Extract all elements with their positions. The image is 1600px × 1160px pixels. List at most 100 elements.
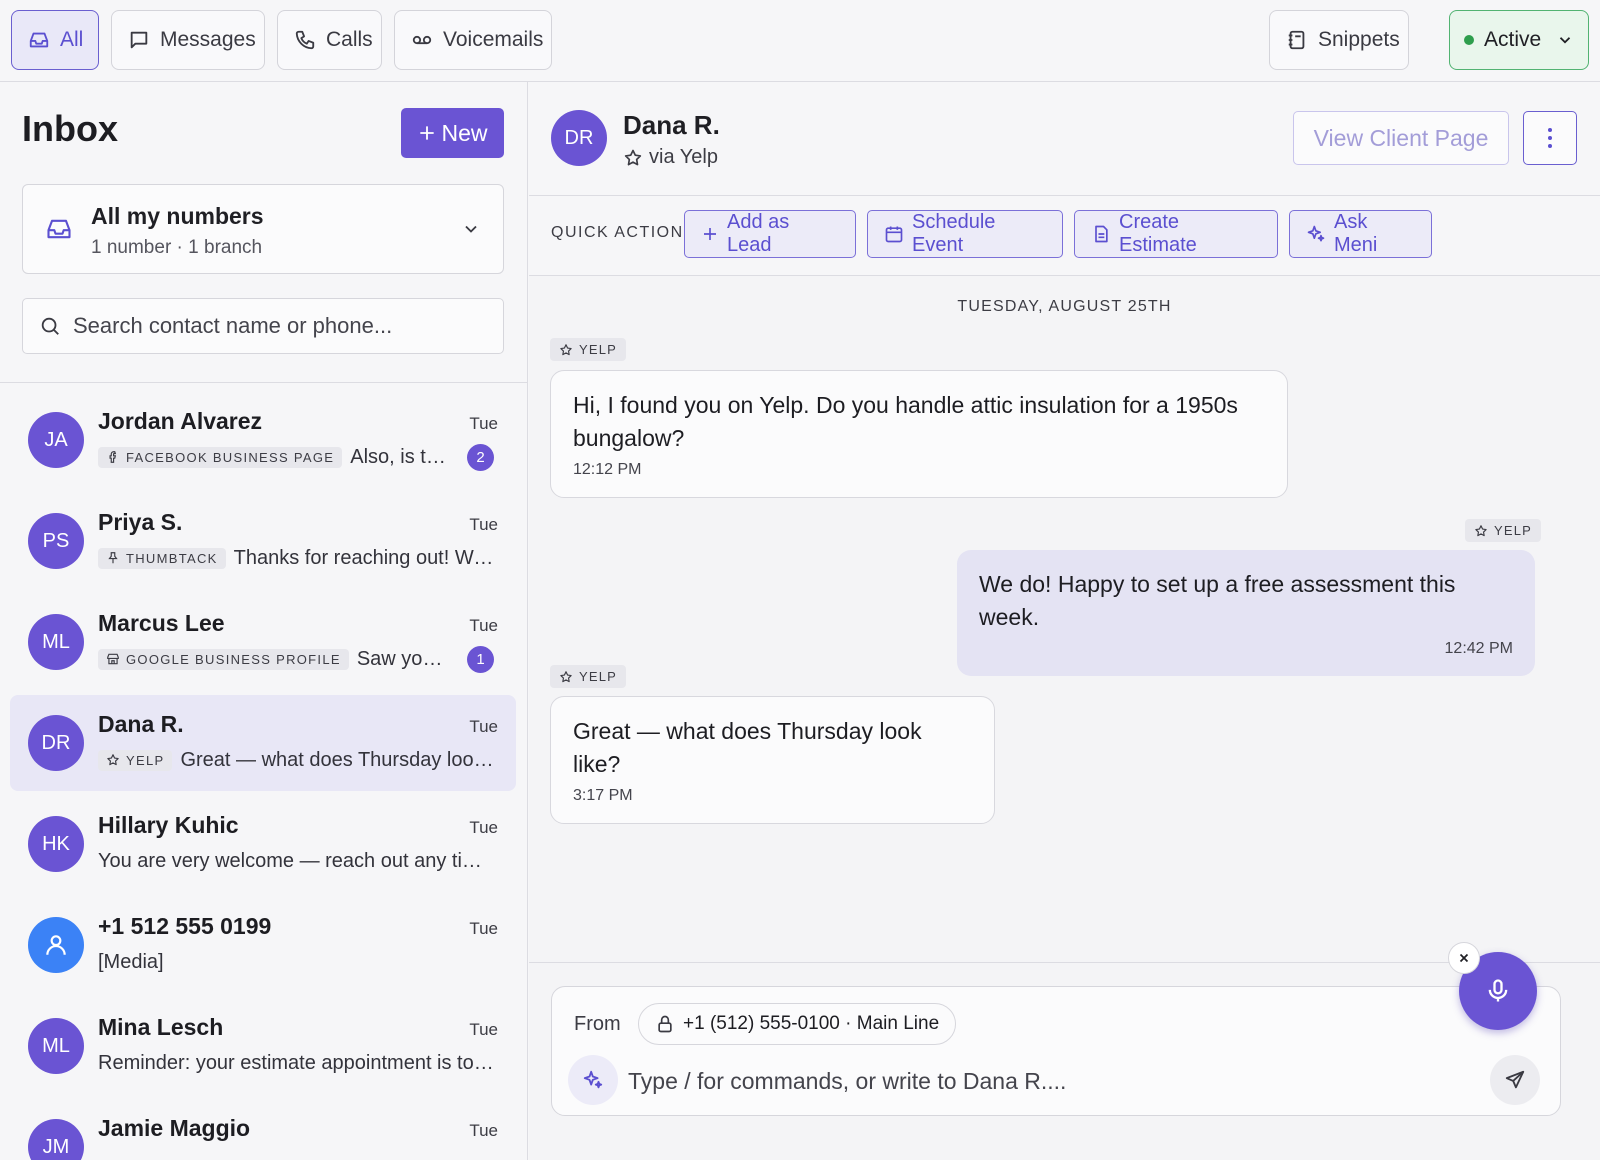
- incoming-message: Hi, I found you on Yelp. Do you handle a…: [550, 370, 1288, 498]
- message-composer: From +1 (512) 555-0100 · Main Line: [551, 986, 1561, 1116]
- conversation-item[interactable]: ML Mina Lesch Tue Reminder: your estimat…: [10, 998, 516, 1094]
- add-as-lead-button[interactable]: Add as Lead: [684, 210, 856, 258]
- conversation-date: Tue: [469, 919, 498, 938]
- conversation-item[interactable]: +1 512 555 0199 Tue [Media]: [10, 897, 516, 993]
- divider: [0, 382, 527, 383]
- phone-icon: [294, 29, 316, 51]
- status-dropdown[interactable]: Active: [1449, 10, 1589, 70]
- new-conversation-button[interactable]: New: [401, 108, 504, 158]
- tab-label: All: [60, 28, 84, 51]
- contact-name: Priya S.: [98, 509, 183, 535]
- conversation-item[interactable]: JA Jordan Alvarez Tue FACEBOOK BUSINESS …: [10, 392, 516, 488]
- quick-actions-bar: QUICK ACTIONS: Add as Lead Schedule Even…: [529, 196, 1600, 276]
- ask-meni-button[interactable]: Ask Meni: [1289, 210, 1432, 258]
- divider: [529, 962, 1600, 963]
- snippets-button[interactable]: Snippets: [1269, 10, 1409, 70]
- avatar: JA: [28, 412, 84, 468]
- message-preview: Great — what does Thursday look like?: [180, 748, 494, 771]
- date-separator: TUESDAY, AUGUST 25TH: [957, 298, 1172, 315]
- send-icon: [1504, 1069, 1526, 1091]
- schedule-event-button[interactable]: Schedule Event: [867, 210, 1063, 258]
- message-text: Hi, I found you on Yelp. Do you handle a…: [573, 392, 1238, 451]
- star-icon: [1474, 524, 1488, 538]
- contact-name: +1 512 555 0199: [98, 913, 272, 939]
- close-voice-button[interactable]: [1448, 942, 1480, 974]
- pin-icon: [106, 551, 120, 565]
- search-icon: [39, 315, 61, 337]
- numbers-subtitle: 1 number · 1 branch: [91, 237, 263, 258]
- document-icon: [1091, 224, 1111, 244]
- message-preview: [Media]: [98, 950, 164, 973]
- sparkle-icon: [582, 1069, 604, 1091]
- view-client-page-button[interactable]: View Client Page: [1293, 111, 1509, 165]
- tab-all[interactable]: All: [11, 10, 99, 70]
- conversation-item[interactable]: PS Priya S. Tue THUMBTACK Thanks for rea…: [10, 493, 516, 589]
- message-source-tag: YELP: [550, 338, 627, 361]
- avatar: JM: [28, 1119, 84, 1160]
- tab-calls[interactable]: Calls: [277, 10, 382, 70]
- plus-icon: [701, 225, 719, 243]
- tab-voicemails[interactable]: Voicemails: [394, 10, 552, 70]
- contact-source: via Yelp: [623, 146, 718, 169]
- ai-assist-button[interactable]: [568, 1055, 618, 1105]
- from-number-selector[interactable]: +1 (512) 555-0100 · Main Line: [638, 1003, 957, 1045]
- tag-label: YELP: [579, 669, 618, 684]
- tag-label: YELP: [579, 342, 618, 357]
- source-badge: YELP: [98, 749, 173, 771]
- sparkle-icon: [1306, 224, 1326, 244]
- search-input[interactable]: [73, 313, 487, 339]
- message-preview: Saw your reviews: [356, 647, 451, 670]
- snippets-label: Snippets: [1318, 28, 1400, 51]
- conversation-item[interactable]: DR Dana R. Tue YELP Great — what does Th…: [10, 695, 516, 791]
- status-dot: [1464, 35, 1474, 45]
- conversation-item[interactable]: HK Hillary Kuhic Tue You are very welcom…: [10, 796, 516, 892]
- source-badge: THUMBTACK: [98, 547, 226, 569]
- message-preview: Also, is there a discount for: [350, 445, 451, 468]
- status-label: Active: [1484, 28, 1542, 51]
- conversation-date: Tue: [469, 414, 498, 433]
- store-icon: [106, 652, 120, 666]
- conversation-item[interactable]: JM Jamie Maggio Tue: [10, 1099, 516, 1160]
- tab-messages[interactable]: Messages: [111, 10, 265, 70]
- create-estimate-button[interactable]: Create Estimate: [1074, 210, 1278, 258]
- conversation-date: Tue: [469, 1020, 498, 1039]
- star-icon: [623, 148, 643, 168]
- source-badge: GOOGLE BUSINESS PROFILE: [98, 648, 349, 670]
- contact-name: Dana R.: [98, 711, 184, 737]
- contact-name: Marcus Lee: [98, 610, 225, 636]
- message-text: Great — what does Thursday look like?: [573, 718, 922, 777]
- message-preview: Thanks for reaching out! We can: [233, 546, 494, 569]
- message-source-tag: YELP: [550, 665, 627, 688]
- message-input[interactable]: [628, 1063, 1468, 1099]
- message-icon: [128, 29, 150, 51]
- number-selector[interactable]: All my numbers 1 number · 1 branch: [22, 184, 504, 274]
- conversation-date: Tue: [469, 616, 498, 635]
- plus-icon: [417, 123, 437, 143]
- tag-label: YELP: [1494, 523, 1533, 538]
- more-options-button[interactable]: [1523, 111, 1577, 165]
- contact-search: [22, 298, 504, 354]
- inbox-title: Inbox: [22, 108, 118, 149]
- numbers-title: All my numbers: [91, 203, 264, 229]
- action-label: Create Estimate: [1119, 211, 1197, 256]
- send-button[interactable]: [1490, 1055, 1540, 1105]
- contact-name: Jamie Maggio: [98, 1115, 251, 1141]
- tab-label: Voicemails: [443, 28, 544, 51]
- conversation-date: Tue: [469, 717, 498, 736]
- avatar: DR: [551, 110, 607, 166]
- conversation-item[interactable]: ML Marcus Lee Tue GOOGLE BUSINESS PROFIL…: [10, 594, 516, 690]
- avatar: ML: [28, 614, 84, 670]
- message-preview: You are very welcome — reach out any tim…: [98, 849, 494, 872]
- contact-name: Dana R.: [623, 110, 720, 140]
- message-time: 12:12 PM: [573, 461, 642, 478]
- from-number: +1 (512) 555-0100 · Main Line: [683, 1013, 940, 1034]
- avatar: [28, 917, 84, 973]
- outgoing-message: We do! Happy to set up a free assessment…: [957, 550, 1535, 676]
- source-label: YELP: [126, 752, 165, 768]
- unread-count-badge: 2: [467, 443, 494, 471]
- source-badge: FACEBOOK BUSINESS PAGE: [98, 446, 343, 468]
- contact-name: Mina Lesch: [98, 1014, 224, 1040]
- close-icon: [1457, 951, 1471, 965]
- via-label: via Yelp: [649, 146, 718, 168]
- conversation-date: Tue: [469, 818, 498, 837]
